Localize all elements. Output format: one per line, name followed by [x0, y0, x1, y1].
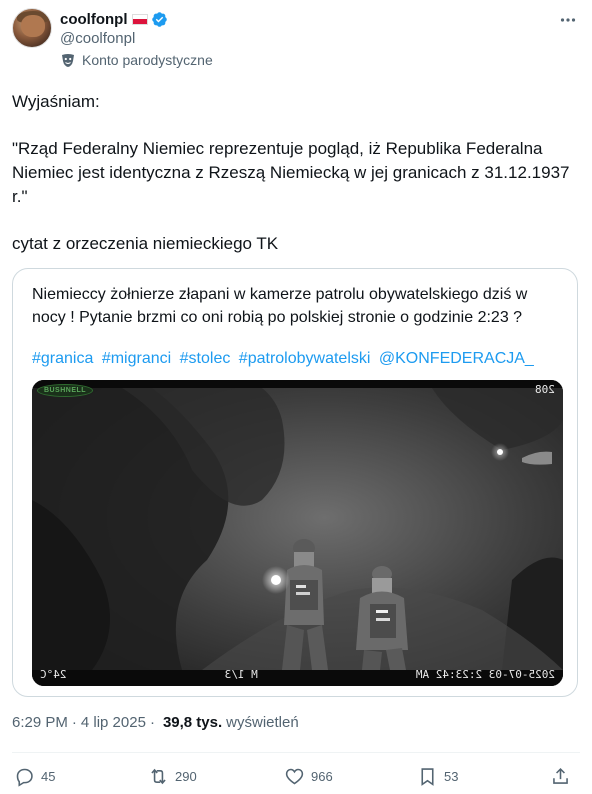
views-label: wyświetleń [226, 714, 299, 731]
night-camera-scene [32, 380, 563, 686]
tweet-date[interactable]: 4 lip 2025 [81, 714, 146, 731]
bookmark-count: 53 [444, 768, 459, 784]
reply-icon [16, 768, 33, 787]
mention-link[interactable]: @KONFEDERACJA_ [379, 350, 534, 367]
tweet-time[interactable]: 6:29 PM [12, 714, 68, 731]
verified-badge-icon[interactable] [151, 11, 168, 28]
repost-button[interactable]: 290 [148, 762, 197, 790]
like-count: 966 [311, 768, 333, 784]
poland-flag-icon [131, 13, 148, 25]
bookmark-button[interactable]: 53 [417, 762, 458, 790]
camera-mode: M 1/3 [224, 668, 258, 681]
hashtag-link[interactable]: #granica [32, 350, 93, 367]
meta-separator: · [71, 714, 77, 731]
reply-button[interactable]: 45 [14, 762, 55, 790]
avatar[interactable] [12, 8, 52, 48]
meta-separator: · [149, 714, 155, 731]
parody-label-text: Konto parodystyczne [82, 52, 213, 68]
repost-icon [151, 768, 166, 784]
tweet-line-quote: "Rząd Federalny Niemiec reprezentuje pog… [12, 139, 570, 206]
camera-temperature: 24°C [40, 668, 67, 681]
camera-info-bar: 2025-07-03 2:23:42 AM M 1/3 24°C [40, 668, 555, 682]
quoted-tweet-text: Niemieccy żołnierze złapani w kamerze pa… [32, 286, 528, 326]
bookmark-icon [421, 767, 434, 786]
more-icon [560, 18, 576, 22]
hashtag-link[interactable]: #patrolobywatelski [239, 350, 371, 367]
share-button[interactable] [550, 762, 571, 790]
name-row: coolfonpl [60, 10, 168, 28]
quoted-tweet-hashtags: #granica #migranci #stolec #patrolobywat… [32, 347, 562, 370]
theater-mask-icon [62, 54, 74, 67]
heart-icon [285, 768, 304, 784]
tweet-line-source: cytat z orzeczenia niemieckiego TK [12, 234, 279, 253]
tweet-text: Wyjaśniam: "Rząd Federalny Niemiec repre… [12, 90, 580, 256]
repost-count: 290 [175, 768, 197, 784]
tweet-meta: 6:29 PM · 4 lip 2025 · 39,8 tys. wyświet… [12, 714, 299, 731]
hashtag-link[interactable]: #stolec [180, 350, 231, 367]
camera-id-text: 208 [535, 383, 555, 396]
more-options-button[interactable] [558, 10, 578, 30]
like-button[interactable]: 966 [284, 762, 333, 790]
display-name[interactable]: coolfonpl [60, 11, 128, 28]
hashtag-link[interactable]: #migranci [102, 350, 171, 367]
views-count[interactable]: 39,8 tys. [163, 714, 222, 731]
share-icon [553, 767, 568, 784]
tweet-header: coolfonpl @coolfonpl Konto parodystyczne [12, 8, 580, 72]
action-bar: 45 290 966 53 [14, 762, 580, 790]
camera-brand-logo: BUSHNELL [37, 384, 93, 397]
tweet-line-intro: Wyjaśniam: [12, 92, 100, 111]
reply-count: 45 [41, 768, 56, 784]
quoted-tweet-card[interactable]: Niemieccy żołnierze złapani w kamerze pa… [12, 268, 578, 697]
quoted-tweet-image[interactable]: BUSHNELL 208 2025-07-03 2:23:42 AM M 1/3… [32, 380, 563, 686]
divider [12, 752, 580, 753]
avatar-face [21, 15, 45, 37]
handle[interactable]: @coolfonpl [60, 30, 135, 47]
camera-timestamp: 2025-07-03 2:23:42 AM [415, 668, 555, 681]
parody-label: Konto parodystyczne [60, 52, 213, 68]
